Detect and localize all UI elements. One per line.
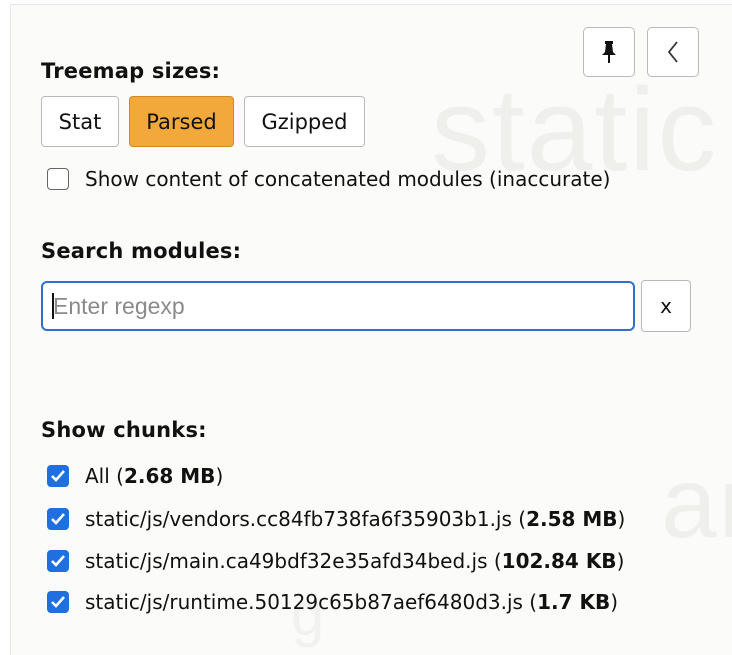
text-caret [52, 293, 54, 319]
sidebar-panel: static an g Treemap sizes: Stat Parsed G… [10, 4, 732, 655]
checkmark-icon [51, 596, 65, 608]
size-option-stat[interactable]: Stat [41, 96, 119, 147]
chunk-label: static/js/runtime.50129c65b87aef6480d3.j… [85, 590, 619, 614]
checkmark-icon [51, 513, 65, 525]
checkmark-icon [51, 555, 65, 567]
collapse-sidebar-button[interactable] [647, 27, 699, 77]
concatenated-modules-option[interactable]: Show content of concatenated modules (in… [47, 167, 610, 191]
chunk-checkbox[interactable] [47, 591, 69, 613]
chunk-item-vendors[interactable]: static/js/vendors.cc84fb738fa6f35903b1.j… [47, 507, 625, 531]
treemap-sizes-title: Treemap sizes: [41, 59, 221, 83]
chunk-item-all[interactable]: All (2.68 MB) [47, 464, 223, 488]
chunk-checkbox[interactable] [47, 550, 69, 572]
concatenated-modules-checkbox[interactable] [47, 168, 69, 190]
chunk-item-main[interactable]: static/js/main.ca49bdf32e35afd34bed.js (… [47, 549, 624, 573]
checkmark-icon [51, 470, 65, 482]
background-watermark: an [661, 447, 732, 559]
pin-icon [602, 41, 616, 63]
chunk-label: All (2.68 MB) [85, 464, 224, 488]
size-option-parsed[interactable]: Parsed [129, 96, 234, 147]
chunk-checkbox[interactable] [47, 465, 69, 487]
chevron-left-icon [667, 41, 678, 63]
show-chunks-title: Show chunks: [41, 418, 207, 442]
chunk-label: static/js/main.ca49bdf32e35afd34bed.js (… [85, 549, 625, 573]
size-option-gzipped[interactable]: Gzipped [244, 96, 365, 147]
pin-button[interactable] [583, 27, 635, 77]
concatenated-modules-label: Show content of concatenated modules (in… [85, 167, 611, 191]
chunk-checkbox[interactable] [47, 508, 69, 530]
chunk-label: static/js/vendors.cc84fb738fa6f35903b1.j… [85, 507, 626, 531]
chunk-item-runtime[interactable]: static/js/runtime.50129c65b87aef6480d3.j… [47, 590, 618, 614]
search-modules-title: Search modules: [41, 239, 242, 263]
search-modules-input[interactable] [41, 281, 635, 331]
clear-search-button[interactable]: x [641, 280, 691, 332]
